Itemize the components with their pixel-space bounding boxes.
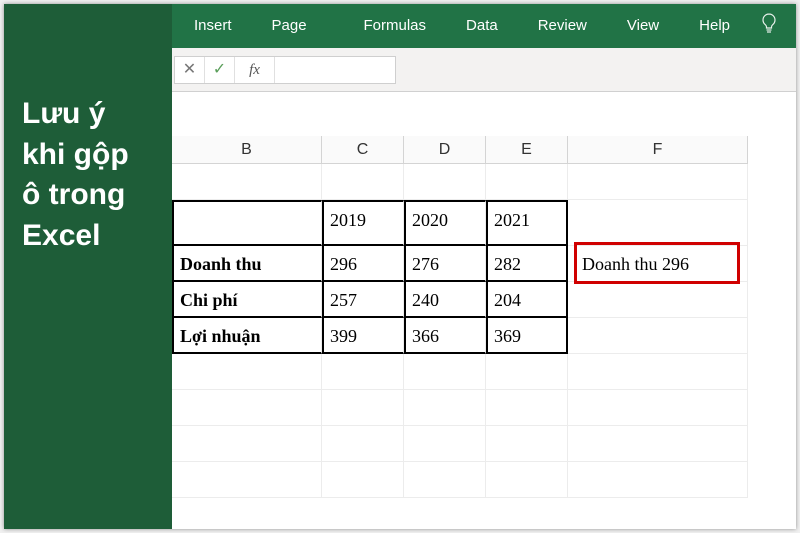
tab-help[interactable]: Help xyxy=(679,4,750,48)
cell[interactable] xyxy=(172,390,322,426)
side-overlay-text: Lưu ý khi gộp ô trong Excel xyxy=(22,94,154,256)
cell[interactable] xyxy=(568,426,748,462)
cell[interactable] xyxy=(568,200,748,246)
col-header-b[interactable]: B xyxy=(172,136,322,164)
cell[interactable] xyxy=(172,354,322,390)
cell-value[interactable]: 282 xyxy=(486,246,568,282)
enter-button[interactable]: ✓ xyxy=(205,57,235,83)
tab-view[interactable]: View xyxy=(607,4,679,48)
col-header-d[interactable]: D xyxy=(404,136,486,164)
cell-year[interactable]: 2019 xyxy=(322,200,404,246)
cell-value[interactable]: 369 xyxy=(486,318,568,354)
cell-value[interactable]: 366 xyxy=(404,318,486,354)
cancel-button[interactable]: ✕ xyxy=(175,57,205,83)
cell[interactable] xyxy=(568,164,748,200)
cell-row-label[interactable]: Lợi nhuận xyxy=(172,318,322,354)
cell[interactable] xyxy=(172,426,322,462)
cell[interactable] xyxy=(486,426,568,462)
cell-row-label[interactable]: Doanh thu xyxy=(172,246,322,282)
cell[interactable] xyxy=(322,354,404,390)
tab-review[interactable]: Review xyxy=(518,4,607,48)
col-header-f[interactable]: F xyxy=(568,136,748,164)
formula-controls: ✕ ✓ fx xyxy=(174,56,396,84)
cell-value[interactable]: 296 xyxy=(322,246,404,282)
cell-label-blank[interactable] xyxy=(172,200,322,246)
cell[interactable] xyxy=(404,390,486,426)
cell[interactable] xyxy=(486,354,568,390)
cell[interactable] xyxy=(568,282,748,318)
cell-year[interactable]: 2020 xyxy=(404,200,486,246)
cell[interactable] xyxy=(322,462,404,498)
cell-value[interactable]: 204 xyxy=(486,282,568,318)
tab-formulas[interactable]: Formulas xyxy=(344,4,447,48)
cell[interactable] xyxy=(568,462,748,498)
cell[interactable] xyxy=(404,354,486,390)
cell[interactable] xyxy=(322,426,404,462)
cell-merged-result[interactable]: Doanh thu 296 xyxy=(568,246,748,282)
cell[interactable] xyxy=(322,390,404,426)
fx-icon[interactable]: fx xyxy=(235,57,275,83)
cell-year[interactable]: 2021 xyxy=(486,200,568,246)
side-overlay: Lưu ý khi gộp ô trong Excel xyxy=(4,4,172,529)
cell-value[interactable]: 276 xyxy=(404,246,486,282)
cell[interactable] xyxy=(568,318,748,354)
formula-input[interactable] xyxy=(275,57,395,83)
cell[interactable] xyxy=(568,390,748,426)
cell[interactable] xyxy=(322,164,404,200)
tell-me-icon[interactable] xyxy=(760,13,778,40)
cell-value[interactable]: 399 xyxy=(322,318,404,354)
cell[interactable] xyxy=(486,390,568,426)
col-header-c[interactable]: C xyxy=(322,136,404,164)
tab-page-layout[interactable]: Page Layout xyxy=(252,4,344,48)
cell[interactable] xyxy=(486,462,568,498)
cell[interactable] xyxy=(172,462,322,498)
cell[interactable] xyxy=(568,354,748,390)
cell-value[interactable]: 240 xyxy=(404,282,486,318)
cell-row-label[interactable]: Chi phí xyxy=(172,282,322,318)
cell[interactable] xyxy=(172,164,322,200)
cell[interactable] xyxy=(486,164,568,200)
col-header-e[interactable]: E xyxy=(486,136,568,164)
tab-insert[interactable]: Insert xyxy=(174,4,252,48)
tab-data[interactable]: Data xyxy=(446,4,518,48)
cell[interactable] xyxy=(404,426,486,462)
cell-value[interactable]: 257 xyxy=(322,282,404,318)
cell[interactable] xyxy=(404,462,486,498)
cell[interactable] xyxy=(404,164,486,200)
